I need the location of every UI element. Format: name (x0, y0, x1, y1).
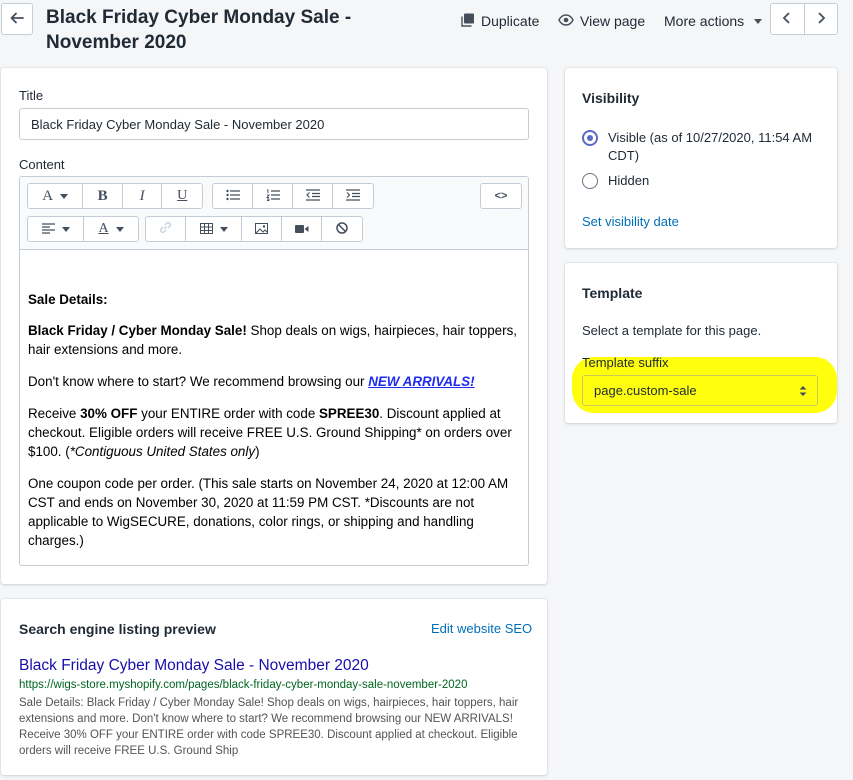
underline-button[interactable]: U (162, 184, 202, 208)
numbered-list-icon (265, 189, 280, 204)
rich-text-editor: A B I U <> A Sale Details: Black Friday … (19, 176, 529, 566)
video-camera-icon (294, 222, 309, 237)
coupon-code-text: SPREE30 (319, 406, 380, 421)
arrow-left-icon (9, 10, 25, 29)
caret-down-icon (61, 226, 70, 232)
more-actions-label: More actions (664, 13, 745, 29)
set-visibility-date-link[interactable]: Set visibility date (582, 214, 679, 229)
offer-text: your ENTIRE order with code (137, 406, 319, 421)
more-actions-button[interactable]: More actions (664, 11, 763, 31)
numbered-list-button[interactable] (253, 184, 293, 208)
seo-preview-title: Black Friday Cyber Monday Sale - Novembe… (19, 657, 369, 674)
clear-formatting-button[interactable] (322, 217, 362, 241)
image-icon (255, 222, 268, 237)
visibility-card: Visibility Visible (as of 10/27/2020, 11… (565, 68, 837, 248)
insert-video-button[interactable] (282, 217, 322, 241)
table-button[interactable] (186, 217, 242, 241)
seo-heading: Search engine listing preview (19, 621, 216, 637)
caret-down-icon (219, 226, 228, 232)
duplicate-label: Duplicate (481, 13, 540, 29)
new-arrivals-link[interactable]: NEW ARRIVALS! (368, 374, 474, 389)
view-page-label: View page (580, 13, 646, 29)
visible-radio[interactable] (582, 130, 598, 146)
font-style-button[interactable]: A (28, 184, 84, 208)
list-indent-group (212, 183, 374, 209)
template-suffix-label: Template suffix (582, 355, 669, 370)
text-color-button[interactable]: A (84, 217, 138, 241)
caret-down-icon (115, 226, 124, 232)
insert-group (145, 216, 363, 242)
template-suffix-value: page.custom-sale (594, 383, 697, 398)
alignment-button[interactable] (28, 217, 84, 241)
content-paragraph: Black Friday / Cyber Monday Sale! Shop d… (28, 321, 520, 359)
back-button[interactable] (1, 3, 33, 35)
template-suffix-select[interactable]: page.custom-sale (582, 375, 818, 406)
duplicate-button[interactable]: Duplicate (461, 11, 539, 31)
chevron-right-icon (816, 11, 826, 27)
hidden-label: Hidden (608, 173, 650, 188)
outdent-button[interactable] (293, 184, 333, 208)
browse-text: Don't know where to start? We recommend … (28, 374, 369, 389)
sale-title-text: Black Friday / Cyber Monday Sale! (28, 323, 247, 338)
table-icon (199, 222, 213, 237)
html-view-group: <> (480, 183, 522, 209)
hidden-radio[interactable] (582, 173, 598, 189)
terms-paragraph: One coupon code per order. (This sale st… (28, 476, 509, 548)
editor-content[interactable]: Sale Details: Black Friday / Cyber Monda… (20, 250, 528, 550)
seo-preview-url: https://wigs-store.myshopify.com/pages/b… (19, 679, 468, 691)
content-paragraph: Don't know where to start? We recommend … (28, 372, 520, 391)
alignment-color-group: A (27, 216, 139, 242)
pagination (770, 3, 838, 35)
title-label: Title (19, 88, 44, 103)
italic-button[interactable]: I (123, 184, 163, 208)
template-heading: Template (582, 285, 643, 301)
page-title: Black Friday Cyber Monday Sale - Novembe… (46, 7, 352, 53)
bullet-list-button[interactable] (213, 184, 253, 208)
sale-heading: Sale Details: (28, 292, 108, 307)
bold-button[interactable]: B (83, 184, 123, 208)
outdent-icon (305, 188, 320, 204)
editor-toolbar: A B I U <> A (20, 177, 528, 250)
bullet-list-icon (225, 189, 240, 204)
text-color-icon: A (98, 221, 109, 236)
previous-page-button[interactable] (771, 4, 805, 34)
page-content-card: Title Black Friday Cyber Monday Sale - N… (1, 68, 547, 584)
text-format-group: A B I U (27, 183, 203, 209)
content-paragraph: Receive 30% OFF your ENTIRE order with c… (28, 404, 520, 461)
view-page-button[interactable]: View page (558, 11, 645, 31)
shipping-note-text: *Contiguous United States only (69, 444, 256, 459)
html-view-button[interactable]: <> (481, 184, 521, 208)
visible-label: Visible (as of 10/27/2020, 11:54 AM CDT) (608, 130, 813, 163)
discount-text: 30% OFF (80, 406, 138, 421)
template-description: Select a template for this page. (582, 323, 762, 338)
select-arrows-icon (799, 385, 807, 400)
align-left-icon (41, 222, 55, 237)
title-input[interactable]: Black Friday Cyber Monday Sale - Novembe… (19, 108, 529, 140)
offer-text: ) (255, 444, 260, 459)
eye-icon (558, 13, 574, 29)
next-page-button[interactable] (805, 4, 838, 34)
edit-seo-link[interactable]: Edit website SEO (431, 621, 532, 636)
link-icon (159, 221, 172, 237)
indent-icon (346, 188, 360, 204)
link-button[interactable] (146, 217, 186, 241)
visibility-heading: Visibility (582, 90, 640, 106)
font-style-label: A (42, 187, 54, 204)
offer-text: Receive (28, 406, 81, 421)
chevron-left-icon (782, 11, 792, 27)
block-icon (336, 221, 348, 237)
insert-image-button[interactable] (242, 217, 282, 241)
seo-preview-description: Sale Details: Black Friday / Cyber Monda… (19, 697, 519, 757)
indent-button[interactable] (333, 184, 373, 208)
caret-down-icon (60, 193, 69, 199)
caret-down-icon (754, 18, 763, 24)
content-label: Content (19, 157, 65, 172)
duplicate-icon (461, 13, 475, 30)
